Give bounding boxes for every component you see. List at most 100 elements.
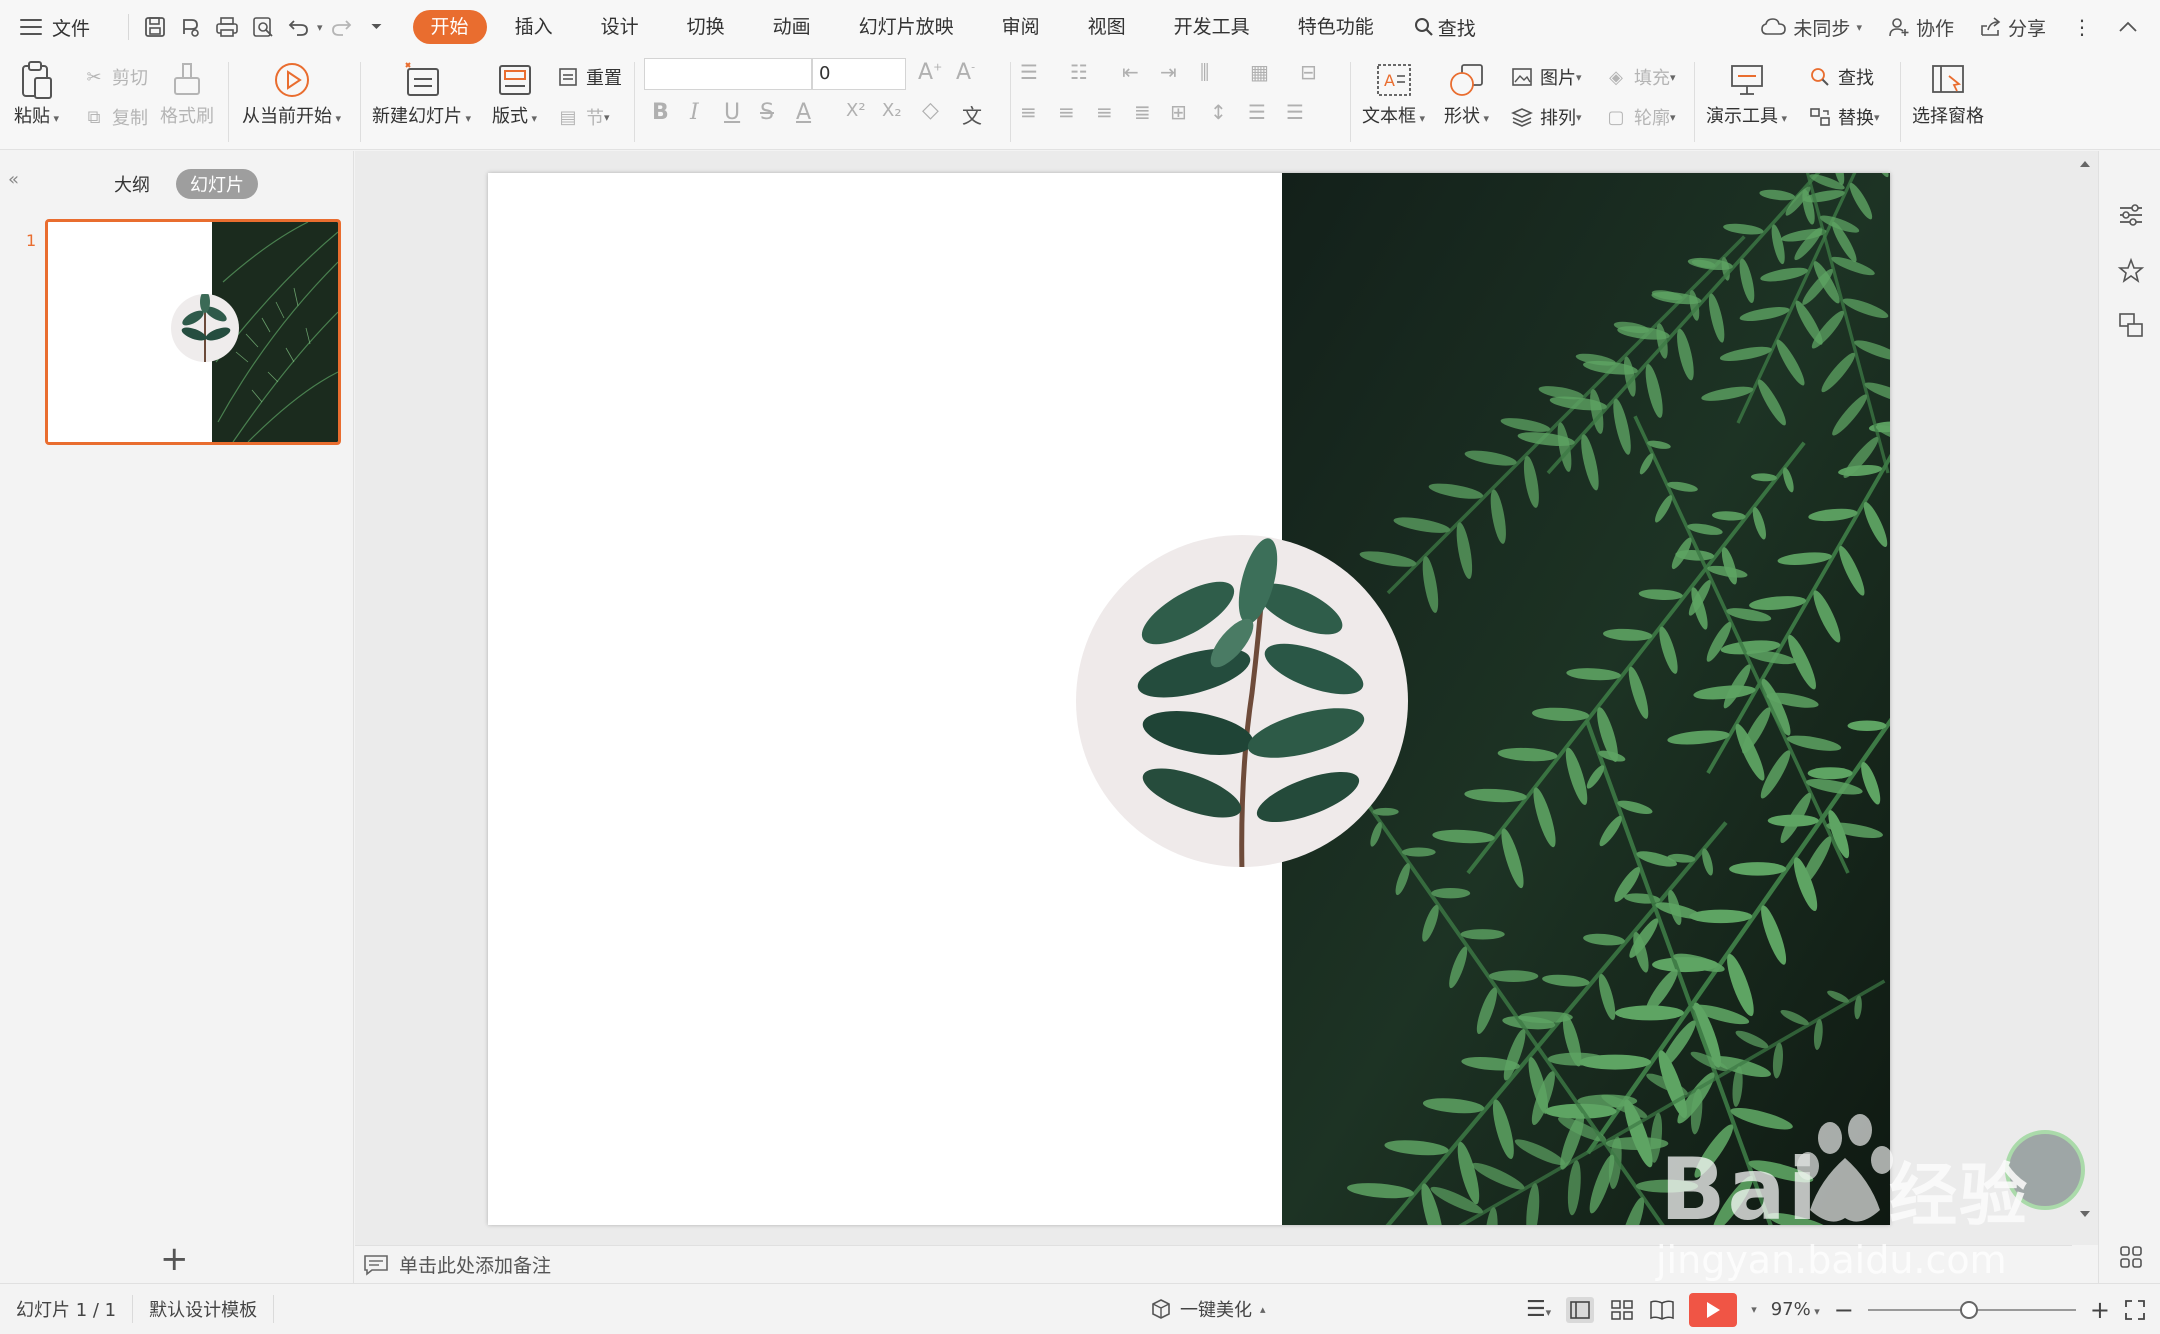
search-command[interactable]: 查找: [1398, 14, 1476, 41]
bullet-list-icon[interactable]: ☰: [1020, 60, 1038, 84]
tab-slideshow[interactable]: 幻灯片放映: [835, 10, 978, 44]
text-direction-icon[interactable]: ⫼: [1200, 60, 1209, 84]
add-slide-icon[interactable]: +: [160, 1239, 189, 1279]
increase-indent-icon[interactable]: ⇥: [1160, 60, 1177, 84]
picture-button[interactable]: 图片 ▾: [1510, 64, 1582, 90]
strikethrough-icon[interactable]: S: [760, 100, 774, 125]
arrange-button[interactable]: 排列 ▾: [1510, 104, 1582, 130]
start-slideshow-button[interactable]: [1689, 1292, 1738, 1327]
align-text-icon[interactable]: ⊟: [1300, 60, 1317, 84]
redo-icon[interactable]: [323, 9, 359, 45]
decrease-font-size-icon[interactable]: A-: [956, 60, 975, 85]
transition-icon[interactable]: [2117, 311, 2145, 339]
tab-view[interactable]: 视图: [1064, 10, 1150, 44]
play-icon: [1707, 1301, 1721, 1318]
animation-star-icon[interactable]: [2117, 257, 2145, 285]
paragraph-spacing-icon[interactable]: ☰: [1248, 100, 1266, 124]
align-center-icon[interactable]: ≡: [1058, 100, 1075, 124]
slide-thumbnail[interactable]: [45, 219, 341, 445]
layout-button[interactable]: 版式 ▾: [492, 58, 537, 128]
replace-button[interactable]: 替换 ▾: [1808, 104, 1880, 130]
collaborate-button[interactable]: 协作: [1888, 14, 1954, 41]
tab-transitions[interactable]: 切换: [663, 10, 749, 44]
zoom-slider-handle[interactable]: [1959, 1300, 1978, 1319]
align-left-icon[interactable]: ≡: [1020, 100, 1037, 124]
superscript-icon[interactable]: X²: [846, 100, 866, 121]
section-button[interactable]: ▤ 节 ▾: [556, 104, 609, 130]
find-button[interactable]: 查找: [1808, 64, 1874, 90]
bold-icon[interactable]: B: [652, 100, 669, 125]
reading-view-icon[interactable]: [1649, 1298, 1675, 1322]
align-right-icon[interactable]: ≡: [1096, 100, 1113, 124]
reset-button[interactable]: 重置: [556, 64, 622, 90]
decrease-indent-icon[interactable]: ⇤: [1122, 60, 1139, 84]
font-color-icon[interactable]: A: [796, 100, 811, 125]
line-spacing-icon[interactable]: ↕: [1210, 100, 1227, 124]
columns-icon[interactable]: ▦: [1250, 60, 1269, 84]
save-icon[interactable]: [137, 9, 173, 45]
vertical-scrollbar[interactable]: [2072, 151, 2098, 1245]
slide-sorter-view-icon[interactable]: [1609, 1298, 1635, 1322]
tab-slides[interactable]: 幻灯片: [176, 169, 258, 199]
customize-toolbar-icon[interactable]: ⏷: [359, 9, 395, 45]
outline-button[interactable]: ▢ 轮廓 ▾: [1604, 104, 1675, 130]
format-painter-button[interactable]: 格式刷: [160, 58, 214, 128]
zoom-out-icon[interactable]: −: [1834, 1296, 1854, 1324]
notes-area[interactable]: 单击此处添加备注: [355, 1245, 2072, 1283]
font-family-select[interactable]: [644, 58, 812, 90]
new-slide-button[interactable]: 新建幻灯片 ▾: [372, 58, 471, 128]
zoom-in-icon[interactable]: +: [2090, 1296, 2110, 1324]
underline-icon[interactable]: U: [724, 100, 740, 125]
cut-button[interactable]: ✂ 剪切: [82, 64, 148, 90]
more-options-icon[interactable]: ⋮: [2072, 15, 2092, 39]
tab-developer[interactable]: 开发工具: [1150, 10, 1274, 44]
tab-outline[interactable]: 大纲: [100, 169, 164, 199]
distribute-icon[interactable]: ⊞: [1170, 100, 1187, 124]
numbered-list-icon[interactable]: ☷: [1070, 60, 1088, 84]
hamburger-menu-icon[interactable]: [20, 19, 42, 35]
slide-1[interactable]: [488, 173, 1890, 1225]
shape-button[interactable]: 形状 ▾: [1444, 58, 1489, 128]
tab-design[interactable]: 设计: [577, 10, 663, 44]
collapse-ribbon-icon[interactable]: [2118, 21, 2138, 33]
file-menu[interactable]: 文件: [52, 14, 90, 41]
undo-icon[interactable]: [281, 9, 317, 45]
clear-format-icon[interactable]: ◇: [922, 98, 939, 123]
print-preview-icon[interactable]: [245, 9, 281, 45]
apps-grid-icon[interactable]: [2117, 1243, 2145, 1271]
zoom-level[interactable]: 97% ▾: [1771, 1299, 1820, 1320]
tab-special-features[interactable]: 特色功能: [1274, 10, 1398, 44]
selection-pane-button[interactable]: 选择窗格: [1912, 58, 1984, 128]
phonetic-icon[interactable]: 文: [962, 100, 982, 129]
find-icon: [1808, 65, 1832, 89]
fill-button[interactable]: ◈ 填充 ▾: [1604, 64, 1675, 90]
notes-toggle-icon[interactable]: ☰▾: [1526, 1297, 1551, 1322]
slideshow-dropdown-icon[interactable]: ▾: [1751, 1303, 1757, 1316]
presentation-tools-button[interactable]: 演示工具 ▾: [1706, 58, 1787, 128]
copy-button[interactable]: ⧉ 复制: [82, 104, 148, 130]
normal-view-icon[interactable]: [1565, 1296, 1595, 1324]
italic-icon[interactable]: I: [690, 100, 699, 125]
sync-status[interactable]: 未同步 ▾: [1761, 14, 1862, 41]
settings-sliders-icon[interactable]: [2117, 201, 2145, 229]
zoom-slider[interactable]: [1867, 1300, 2076, 1319]
fit-to-window-icon[interactable]: [2124, 1299, 2146, 1321]
tab-home[interactable]: 开始: [412, 10, 487, 44]
print-icon[interactable]: [209, 9, 245, 45]
paste-button[interactable]: 粘贴 ▾: [14, 58, 59, 128]
increase-font-size-icon[interactable]: A+: [918, 60, 942, 85]
export-pdf-icon[interactable]: [173, 9, 209, 45]
tab-review[interactable]: 审阅: [978, 10, 1064, 44]
play-from-current-button[interactable]: 从当前开始 ▾: [242, 58, 341, 128]
text-box-button[interactable]: A 文本框 ▾: [1362, 58, 1425, 128]
paragraph-settings-icon[interactable]: ☰: [1286, 100, 1304, 124]
tab-animations[interactable]: 动画: [749, 10, 835, 44]
template-name[interactable]: 默认设计模板: [133, 1296, 273, 1322]
one-click-beautify-button[interactable]: 一键美化 ▴: [1150, 1296, 1266, 1322]
justify-icon[interactable]: ≣: [1134, 100, 1151, 124]
font-size-select[interactable]: 0: [812, 58, 906, 90]
share-button[interactable]: 分享: [1980, 14, 2046, 41]
collapse-panel-icon[interactable]: «: [8, 169, 19, 190]
tab-insert[interactable]: 插入: [491, 10, 577, 44]
subscript-icon[interactable]: X₂: [882, 100, 902, 121]
